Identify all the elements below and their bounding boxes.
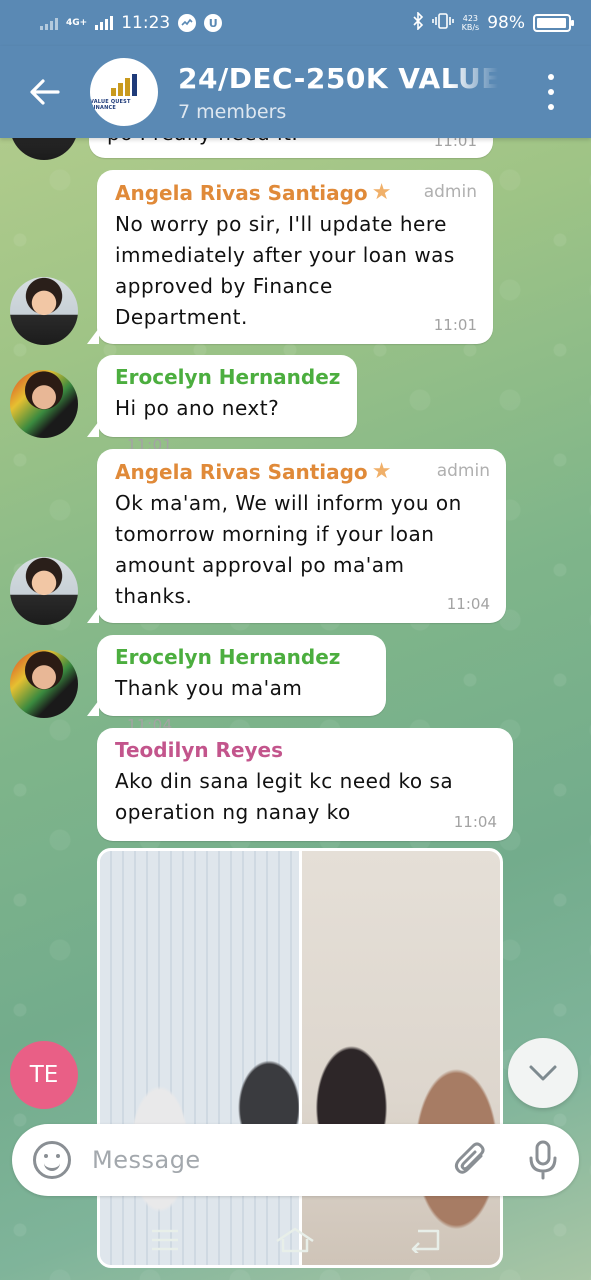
signal-icon-2 — [95, 16, 114, 30]
sender-name[interactable]: Erocelyn Hernandez — [115, 365, 341, 389]
messenger-icon — [178, 14, 197, 32]
avatar-angela[interactable] — [10, 277, 78, 345]
more-vert-icon — [548, 74, 554, 80]
bluetooth-icon — [412, 10, 424, 35]
admin-badge: admin — [423, 182, 477, 202]
logo-chart-icon — [111, 73, 137, 96]
network-speed: 423 KB/s — [461, 14, 480, 32]
paperclip-icon — [454, 1142, 485, 1174]
logo-text: VALUE QUEST FINANCE — [90, 98, 131, 111]
network-type: 4G+ — [66, 17, 88, 28]
vibrate-icon — [431, 12, 454, 35]
back-button[interactable] — [0, 46, 90, 138]
return-icon — [411, 1229, 440, 1253]
chevron-down-icon — [529, 1065, 557, 1081]
avatar-angela[interactable] — [10, 557, 78, 625]
message-text: Ok ma'am, We will inform you on tomorrow… — [115, 491, 462, 608]
home-icon — [276, 1227, 315, 1253]
u-icon: U — [204, 14, 223, 32]
message-bubble[interactable]: Angela Rivas Santiago ★ admin No worry p… — [87, 170, 493, 344]
system-nav-bar — [0, 1200, 591, 1280]
chat-member-count: 7 members — [178, 100, 287, 123]
scroll-down-button[interactable] — [508, 1038, 578, 1108]
avatar-erocelyn[interactable] — [10, 370, 78, 438]
message-text: Ako din sana legit kc need ko sa operati… — [115, 769, 454, 824]
nav-menu-button[interactable] — [135, 1210, 195, 1270]
chat-header: VALUE QUEST FINANCE 24/DEC-250K VALUE QU… — [0, 46, 591, 138]
message-text-content: Thank you ma'am — [115, 676, 303, 700]
message-list: po I really need it. 11:01 Angela Rivas … — [0, 0, 591, 1280]
mic-button[interactable] — [507, 1124, 579, 1196]
star-icon: ★ — [371, 180, 392, 205]
sender-name[interactable]: Angela Rivas Santiago ★ — [115, 459, 490, 484]
clock: 11:23 — [121, 13, 171, 33]
avatar-erocelyn[interactable] — [10, 650, 78, 718]
status-bar: 4G+ 11:23 U 423 KB/s 98% — [0, 0, 591, 46]
microphone-icon — [529, 1140, 557, 1180]
nav-home-button[interactable] — [265, 1210, 325, 1270]
menu-icon — [152, 1229, 179, 1251]
battery-percent: 98% — [487, 13, 525, 33]
message-bubble[interactable]: Teodilyn Reyes Ako din sana legit kc nee… — [97, 728, 513, 841]
nav-back-button[interactable] — [396, 1210, 456, 1270]
header-info[interactable]: 24/DEC-250K VALUE QU 7 members — [178, 62, 498, 123]
message-input[interactable] — [92, 1146, 435, 1174]
chat-title: 24/DEC-250K VALUE QU — [178, 61, 498, 95]
emoji-button[interactable] — [12, 1124, 92, 1196]
status-left: 4G+ 11:23 U — [40, 13, 223, 33]
admin-badge: admin — [436, 461, 490, 481]
signal-icon — [40, 16, 58, 30]
message-text: No worry po sir, I'll update here immedi… — [115, 212, 455, 329]
status-right: 423 KB/s 98% — [412, 10, 574, 35]
message-time: 11:01 — [433, 316, 477, 334]
message-bubble[interactable]: Erocelyn Hernandez Thank you ma'am11:04 — [87, 635, 386, 734]
sender-name[interactable]: Teodilyn Reyes — [115, 738, 497, 762]
message-time: 11:04 — [446, 595, 490, 613]
message-bubble[interactable]: Erocelyn Hernandez Hi po ano next?11:01 — [87, 355, 357, 454]
sender-name[interactable]: Erocelyn Hernandez — [115, 645, 370, 669]
emoji-icon — [33, 1141, 71, 1179]
avatar-teodilyn[interactable]: TE — [10, 1041, 78, 1109]
group-avatar[interactable]: VALUE QUEST FINANCE — [90, 58, 158, 126]
sender-name[interactable]: Angela Rivas Santiago ★ — [115, 180, 477, 205]
compose-bar — [12, 1124, 579, 1196]
star-icon: ★ — [371, 459, 392, 484]
back-arrow-icon — [30, 79, 60, 105]
attach-button[interactable] — [435, 1124, 507, 1196]
message-text-content: Hi po ano next? — [115, 396, 280, 420]
message-bubble[interactable]: Angela Rivas Santiago ★ admin Ok ma'am, … — [87, 449, 506, 623]
battery-icon — [533, 14, 574, 32]
message-time: 11:04 — [453, 813, 497, 831]
more-options-button[interactable] — [541, 74, 561, 110]
